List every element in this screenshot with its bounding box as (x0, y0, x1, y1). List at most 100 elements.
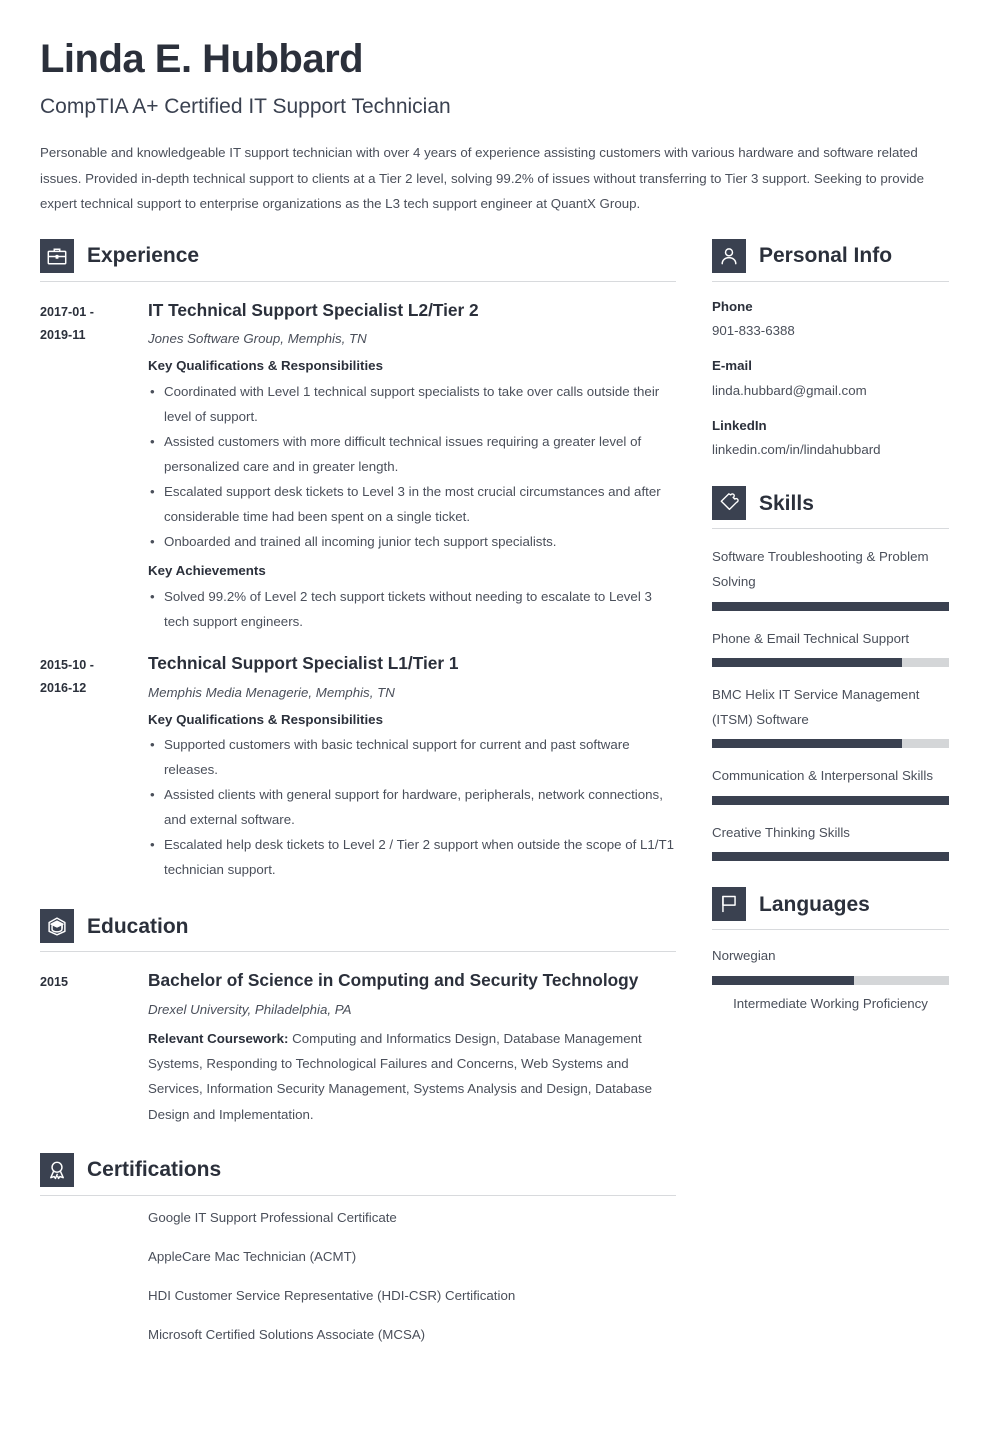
list-item: Microsoft Certified Solutions Associate … (148, 1326, 426, 1342)
languages-title: Languages (759, 892, 870, 916)
entry-school: Drexel University, Philadelphia, PA (148, 1001, 352, 1017)
skill-name: BMC Helix IT Service Management (ITSM) S… (712, 687, 920, 727)
sidebar-column: Personal Info Phone 901-833-6388 E-mail … (712, 238, 949, 1364)
person-icon (712, 238, 746, 273)
section-education: Education 2015 Bachelor of Science in Co… (40, 909, 676, 1127)
experience-entry: 2017-01 - 2019-11 IT Technical Support S… (40, 298, 676, 635)
skill-level-bar (712, 852, 949, 862)
education-title: Education (87, 914, 189, 938)
section-experience: Experience 2017-01 - 2019-11 IT Technica… (40, 238, 676, 884)
skill-item: Communication & Interpersonal Skills (712, 764, 949, 805)
entry-body: IT Technical Support Specialist L2/Tier … (148, 298, 676, 635)
section-skills: Skills Software Troubleshooting & Proble… (712, 486, 949, 862)
skill-level-fill (712, 658, 902, 668)
entry-group-heading: Key Qualifications & Responsibilities (148, 711, 383, 727)
entry-job-title: Technical Support Specialist L1/Tier 1 (148, 653, 459, 673)
skill-item: Creative Thinking Skills (712, 821, 949, 862)
main-column: Experience 2017-01 - 2019-11 IT Technica… (40, 238, 676, 1364)
skill-level-fill (712, 852, 949, 862)
list-item: Coordinated with Level 1 technical suppo… (148, 380, 676, 430)
entry-bullet-list: Supported customers with basic technical… (148, 733, 676, 883)
skill-name: Creative Thinking Skills (712, 824, 850, 840)
entry-dates: 2017-01 - 2019-11 (40, 298, 148, 635)
skill-level-bar (712, 795, 949, 805)
experience-title: Experience (87, 244, 200, 268)
entry-date-start: 2015-10 - (40, 658, 94, 672)
language-name: Norwegian (712, 948, 776, 964)
skills-divider (712, 528, 949, 530)
entry-bullet-list: Solved 99.2% of Level 2 tech support tic… (148, 585, 676, 635)
certifications-divider (40, 1194, 676, 1196)
languages-divider (712, 929, 949, 931)
skill-name: Software Troubleshooting & Problem Solvi… (712, 549, 929, 589)
entry-date-end: 2019-11 (40, 327, 86, 342)
languages-heading: Languages (712, 887, 949, 929)
skill-item: BMC Helix IT Service Management (ITSM) S… (712, 683, 949, 749)
contact-label: E-mail (712, 358, 752, 374)
experience-heading: Experience (40, 238, 676, 281)
entry-body: Bachelor of Science in Computing and Sec… (148, 968, 676, 1127)
entry-degree-title: Bachelor of Science in Computing and Sec… (148, 970, 639, 991)
entry-date-start: 2015 (40, 975, 69, 990)
contact-value-phone[interactable]: 901-833-6388 (712, 320, 949, 341)
resume-page: Linda E. Hubbard CompTIA A+ Certified IT… (0, 36, 990, 1436)
entry-organization: Jones Software Group, Memphis, TN (148, 331, 367, 347)
entry-dates: 2015 (40, 968, 148, 1127)
entry-job-title: IT Technical Support Specialist L2/Tier … (148, 299, 479, 320)
language-proficiency: Intermediate Working Proficiency (733, 996, 928, 1012)
education-heading: Education (40, 909, 676, 951)
list-item: AppleCare Mac Technician (ACMT) (148, 1248, 357, 1264)
professional-summary: Personable and knowledgeable IT support … (40, 145, 924, 212)
list-item: Onboarded and trained all incoming junio… (148, 530, 676, 555)
puzzle-piece-icon (712, 486, 746, 521)
entry-dates: 2015-10 - 2016-12 (40, 651, 148, 883)
list-item: Assisted clients with general support fo… (148, 783, 676, 833)
entry-bullet-list: Coordinated with Level 1 technical suppo… (148, 380, 676, 555)
skill-item: Software Troubleshooting & Problem Solvi… (712, 545, 949, 611)
skill-level-bar (712, 601, 949, 611)
entry-date-end: 2016-12 (40, 680, 87, 695)
coursework-label: Relevant Coursework: (148, 1030, 289, 1046)
certifications-heading: Certifications (40, 1152, 676, 1195)
education-entry: 2015 Bachelor of Science in Computing an… (40, 968, 676, 1127)
skill-level-fill (712, 601, 949, 611)
list-item: Google IT Support Professional Certifica… (148, 1209, 397, 1225)
section-personal-info: Personal Info Phone 901-833-6388 E-mail … (712, 238, 949, 461)
candidate-name: Linda E. Hubbard (40, 37, 364, 81)
section-languages: Languages Norwegian Intermediate Working… (712, 887, 949, 1014)
contact-label: LinkedIn (712, 417, 767, 433)
entry-organization: Memphis Media Menagerie, Memphis, TN (148, 684, 395, 700)
skills-title: Skills (759, 491, 814, 515)
list-item: Assisted customers with more difficult t… (148, 430, 676, 480)
skill-level-bar (712, 658, 949, 668)
contact-value-linkedin[interactable]: linkedin.com/in/lindahubbard (712, 439, 949, 460)
contact-field: Phone 901-833-6388 (712, 296, 949, 342)
certifications-list: Google IT Support Professional Certifica… (40, 1208, 676, 1345)
personal-info-title: Personal Info (759, 244, 893, 268)
contact-value-email[interactable]: linda.hubbard@gmail.com (712, 380, 949, 401)
list-item: Solved 99.2% of Level 2 tech support tic… (148, 585, 676, 635)
award-ribbon-icon (40, 1152, 74, 1187)
briefcase-icon (40, 238, 74, 273)
relevant-coursework: Relevant Coursework: Computing and Infor… (148, 1026, 676, 1127)
section-certifications: Certifications Google IT Support Profess… (40, 1152, 676, 1345)
skill-name: Phone & Email Technical Support (712, 630, 910, 646)
flag-icon (712, 887, 746, 922)
experience-entry: 2015-10 - 2016-12 Technical Support Spec… (40, 651, 676, 883)
skill-item: Phone & Email Technical Support (712, 627, 949, 668)
entry-date-start: 2017-01 - (40, 304, 94, 319)
entry-body: Technical Support Specialist L1/Tier 1 M… (148, 651, 676, 883)
list-item: Escalated support desk tickets to Level … (148, 480, 676, 530)
list-item: Escalated help desk tickets to Level 2 /… (148, 833, 676, 883)
language-item: Norwegian Intermediate Working Proficien… (712, 944, 949, 1014)
list-item: HDI Customer Service Representative (HDI… (148, 1287, 516, 1303)
personal-info-heading: Personal Info (712, 238, 949, 281)
contact-field: E-mail linda.hubbard@gmail.com (712, 355, 949, 401)
skill-level-bar (712, 739, 949, 749)
entry-group-heading: Key Qualifications & Responsibilities (148, 358, 383, 374)
candidate-job-title: CompTIA A+ Certified IT Support Technici… (40, 95, 451, 118)
personal-info-divider (712, 280, 949, 282)
language-level-fill (712, 976, 855, 986)
list-item: Supported customers with basic technical… (148, 733, 676, 783)
contact-field: LinkedIn linkedin.com/in/lindahubbard (712, 415, 949, 461)
